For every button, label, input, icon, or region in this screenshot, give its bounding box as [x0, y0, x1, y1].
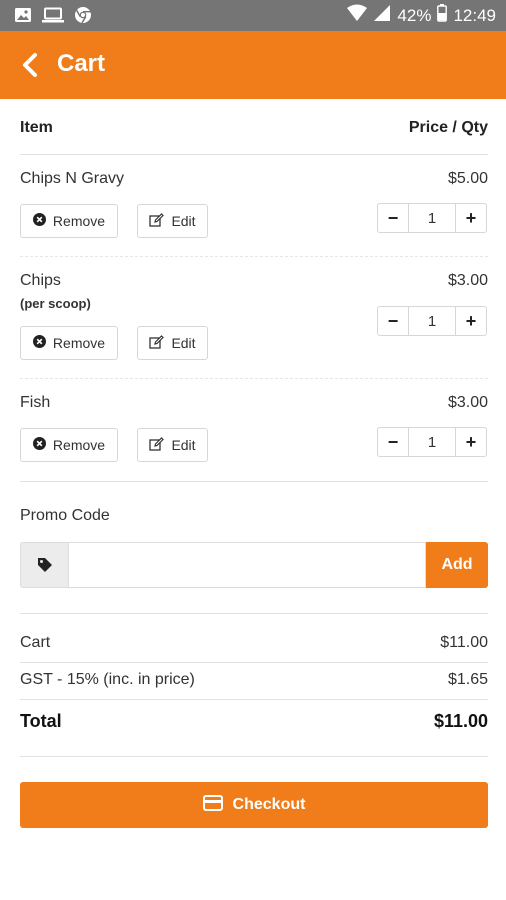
decrease-qty-button[interactable]: − [378, 428, 408, 456]
edit-icon [149, 436, 165, 454]
image-icon [14, 7, 32, 28]
item-name: Fish [20, 394, 51, 411]
edit-label: Edit [171, 335, 196, 351]
add-promo-button[interactable]: Add [426, 542, 488, 588]
edit-button[interactable]: Edit [137, 326, 208, 360]
divider [20, 613, 488, 614]
remove-circle-icon [32, 213, 46, 229]
credit-card-icon [202, 794, 223, 816]
item-name: Chips [20, 272, 61, 289]
cart-subtotal-label: Cart [20, 634, 51, 651]
decrease-qty-button[interactable]: − [378, 204, 408, 232]
item-price: $3.00 [447, 272, 488, 289]
column-header-item: Item [20, 119, 53, 136]
divider [20, 756, 488, 757]
item-name: Chips N Gravy [20, 170, 125, 187]
edit-label: Edit [171, 437, 196, 453]
quantity-stepper: − 1 + [377, 427, 487, 457]
edit-button[interactable]: Edit [137, 428, 208, 462]
clock: 12:49 [453, 5, 496, 25]
divider [20, 256, 488, 257]
remove-button[interactable]: Remove [20, 326, 118, 360]
item-price: $3.00 [447, 394, 488, 411]
wifi-icon [347, 4, 368, 27]
edit-label: Edit [171, 213, 196, 229]
checkout-button[interactable]: Checkout [20, 782, 488, 828]
quantity-value[interactable]: 1 [408, 204, 456, 232]
quantity-value[interactable]: 1 [408, 307, 456, 335]
page-title: Cart [57, 50, 106, 77]
divider [20, 378, 488, 379]
edit-icon [149, 212, 165, 230]
item-price: $5.00 [447, 170, 488, 187]
remove-label: Remove [52, 335, 106, 351]
battery-icon [437, 4, 448, 27]
promo-code-input[interactable] [68, 542, 426, 588]
gst-label: GST - 15% (inc. in price) [20, 671, 195, 688]
gst-value: $1.65 [447, 671, 488, 688]
increase-qty-button[interactable]: + [456, 428, 486, 456]
chevron-left-icon[interactable] [18, 51, 44, 79]
remove-button[interactable]: Remove [20, 204, 118, 238]
edit-icon [149, 334, 165, 352]
divider [20, 662, 488, 663]
chrome-icon [74, 6, 92, 29]
quantity-value[interactable]: 1 [408, 428, 456, 456]
battery-percent: 42% [397, 5, 432, 25]
remove-button[interactable]: Remove [20, 428, 118, 462]
item-note: (per scoop) [20, 296, 91, 311]
column-header-price-qty: Price / Qty [408, 119, 488, 136]
status-bar-right: 42% 12:49 [347, 4, 496, 27]
app-bar: Cart [0, 31, 506, 99]
remove-circle-icon [32, 335, 46, 351]
quantity-stepper: − 1 + [377, 203, 487, 233]
divider [20, 699, 488, 700]
edit-button[interactable]: Edit [137, 204, 208, 238]
total-value: $11.00 [433, 711, 488, 731]
tag-icon [20, 542, 68, 588]
status-bar: 42% 12:49 [0, 0, 506, 31]
signal-icon [373, 4, 391, 27]
increase-qty-button[interactable]: + [456, 307, 486, 335]
promo-code-group: Add [20, 542, 488, 588]
remove-circle-icon [32, 437, 46, 453]
total-label: Total [20, 711, 62, 731]
status-bar-left-icons [14, 6, 92, 29]
divider [20, 154, 488, 155]
laptop-icon [42, 7, 64, 28]
cart-subtotal-value: $11.00 [440, 634, 488, 651]
quantity-stepper: − 1 + [377, 306, 487, 336]
checkout-label: Checkout [232, 796, 306, 813]
remove-label: Remove [52, 213, 106, 229]
decrease-qty-button[interactable]: − [378, 307, 408, 335]
divider [20, 481, 488, 482]
increase-qty-button[interactable]: + [456, 204, 486, 232]
promo-code-label: Promo Code [20, 507, 110, 524]
remove-label: Remove [52, 437, 106, 453]
